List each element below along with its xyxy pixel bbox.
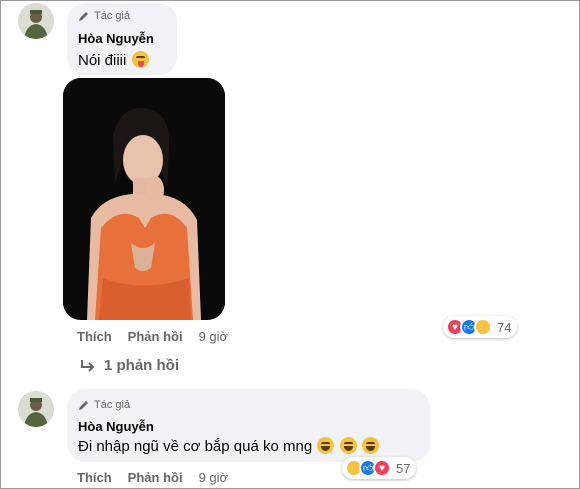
author-avatar[interactable] <box>18 3 54 39</box>
comment-author-name[interactable]: Hòa Nguyễn <box>78 31 154 46</box>
author-badge-label: Tác giả <box>94 10 131 22</box>
haha-reaction-icon <box>474 318 492 336</box>
avatar-image <box>18 3 54 39</box>
reply-button[interactable]: Phản hồi <box>128 329 183 344</box>
reaction-count: 57 <box>396 460 411 476</box>
reaction-summary[interactable]: ♥ 👍︎ 74 <box>443 316 518 338</box>
comment-actions: Thích Phản hồi 9 giờ <box>77 329 228 344</box>
pencil-icon <box>79 401 88 410</box>
author-badge: Tác giả <box>78 10 130 22</box>
reply-button[interactable]: Phản hồi <box>128 470 183 485</box>
avatar-image <box>18 391 54 427</box>
pencil-icon <box>79 12 88 21</box>
comment-text-content: Nói điiii <box>78 52 127 69</box>
reply-arrow-icon <box>81 359 95 372</box>
comment-text: Đi nhập ngũ về cơ bắp quá ko mng <box>78 437 379 455</box>
like-button[interactable]: Thích <box>77 470 112 485</box>
comment-timestamp[interactable]: 9 giờ <box>199 329 229 344</box>
author-badge-label: Tác giả <box>94 399 131 411</box>
comment-photo[interactable] <box>63 78 225 320</box>
view-replies-link[interactable]: 1 phản hồi <box>80 357 179 374</box>
comment-timestamp[interactable]: 9 giờ <box>199 470 229 485</box>
view-replies-label: 1 phản hồi <box>104 357 179 374</box>
author-avatar[interactable] <box>18 391 54 427</box>
author-badge: Tác giả <box>78 399 130 411</box>
rolling-laughing-emoji <box>317 437 335 454</box>
comment-text: Nói điiii <box>78 51 149 69</box>
rolling-laughing-emoji <box>361 437 379 454</box>
comment-text-content: Đi nhập ngũ về cơ bắp quá ko mng <box>78 438 313 455</box>
photo-image <box>63 78 225 320</box>
like-button[interactable]: Thích <box>77 329 112 344</box>
squinting-tongue-emoji <box>131 51 149 68</box>
comment-actions: Thích Phản hồi 9 giờ <box>77 470 228 485</box>
reaction-count: 74 <box>497 319 512 335</box>
rolling-laughing-emoji <box>339 437 357 454</box>
comment-author-name[interactable]: Hòa Nguyễn <box>78 419 154 434</box>
reaction-summary[interactable]: 👍︎ ♥ 57 <box>342 457 417 479</box>
love-reaction-icon: ♥ <box>373 459 391 477</box>
